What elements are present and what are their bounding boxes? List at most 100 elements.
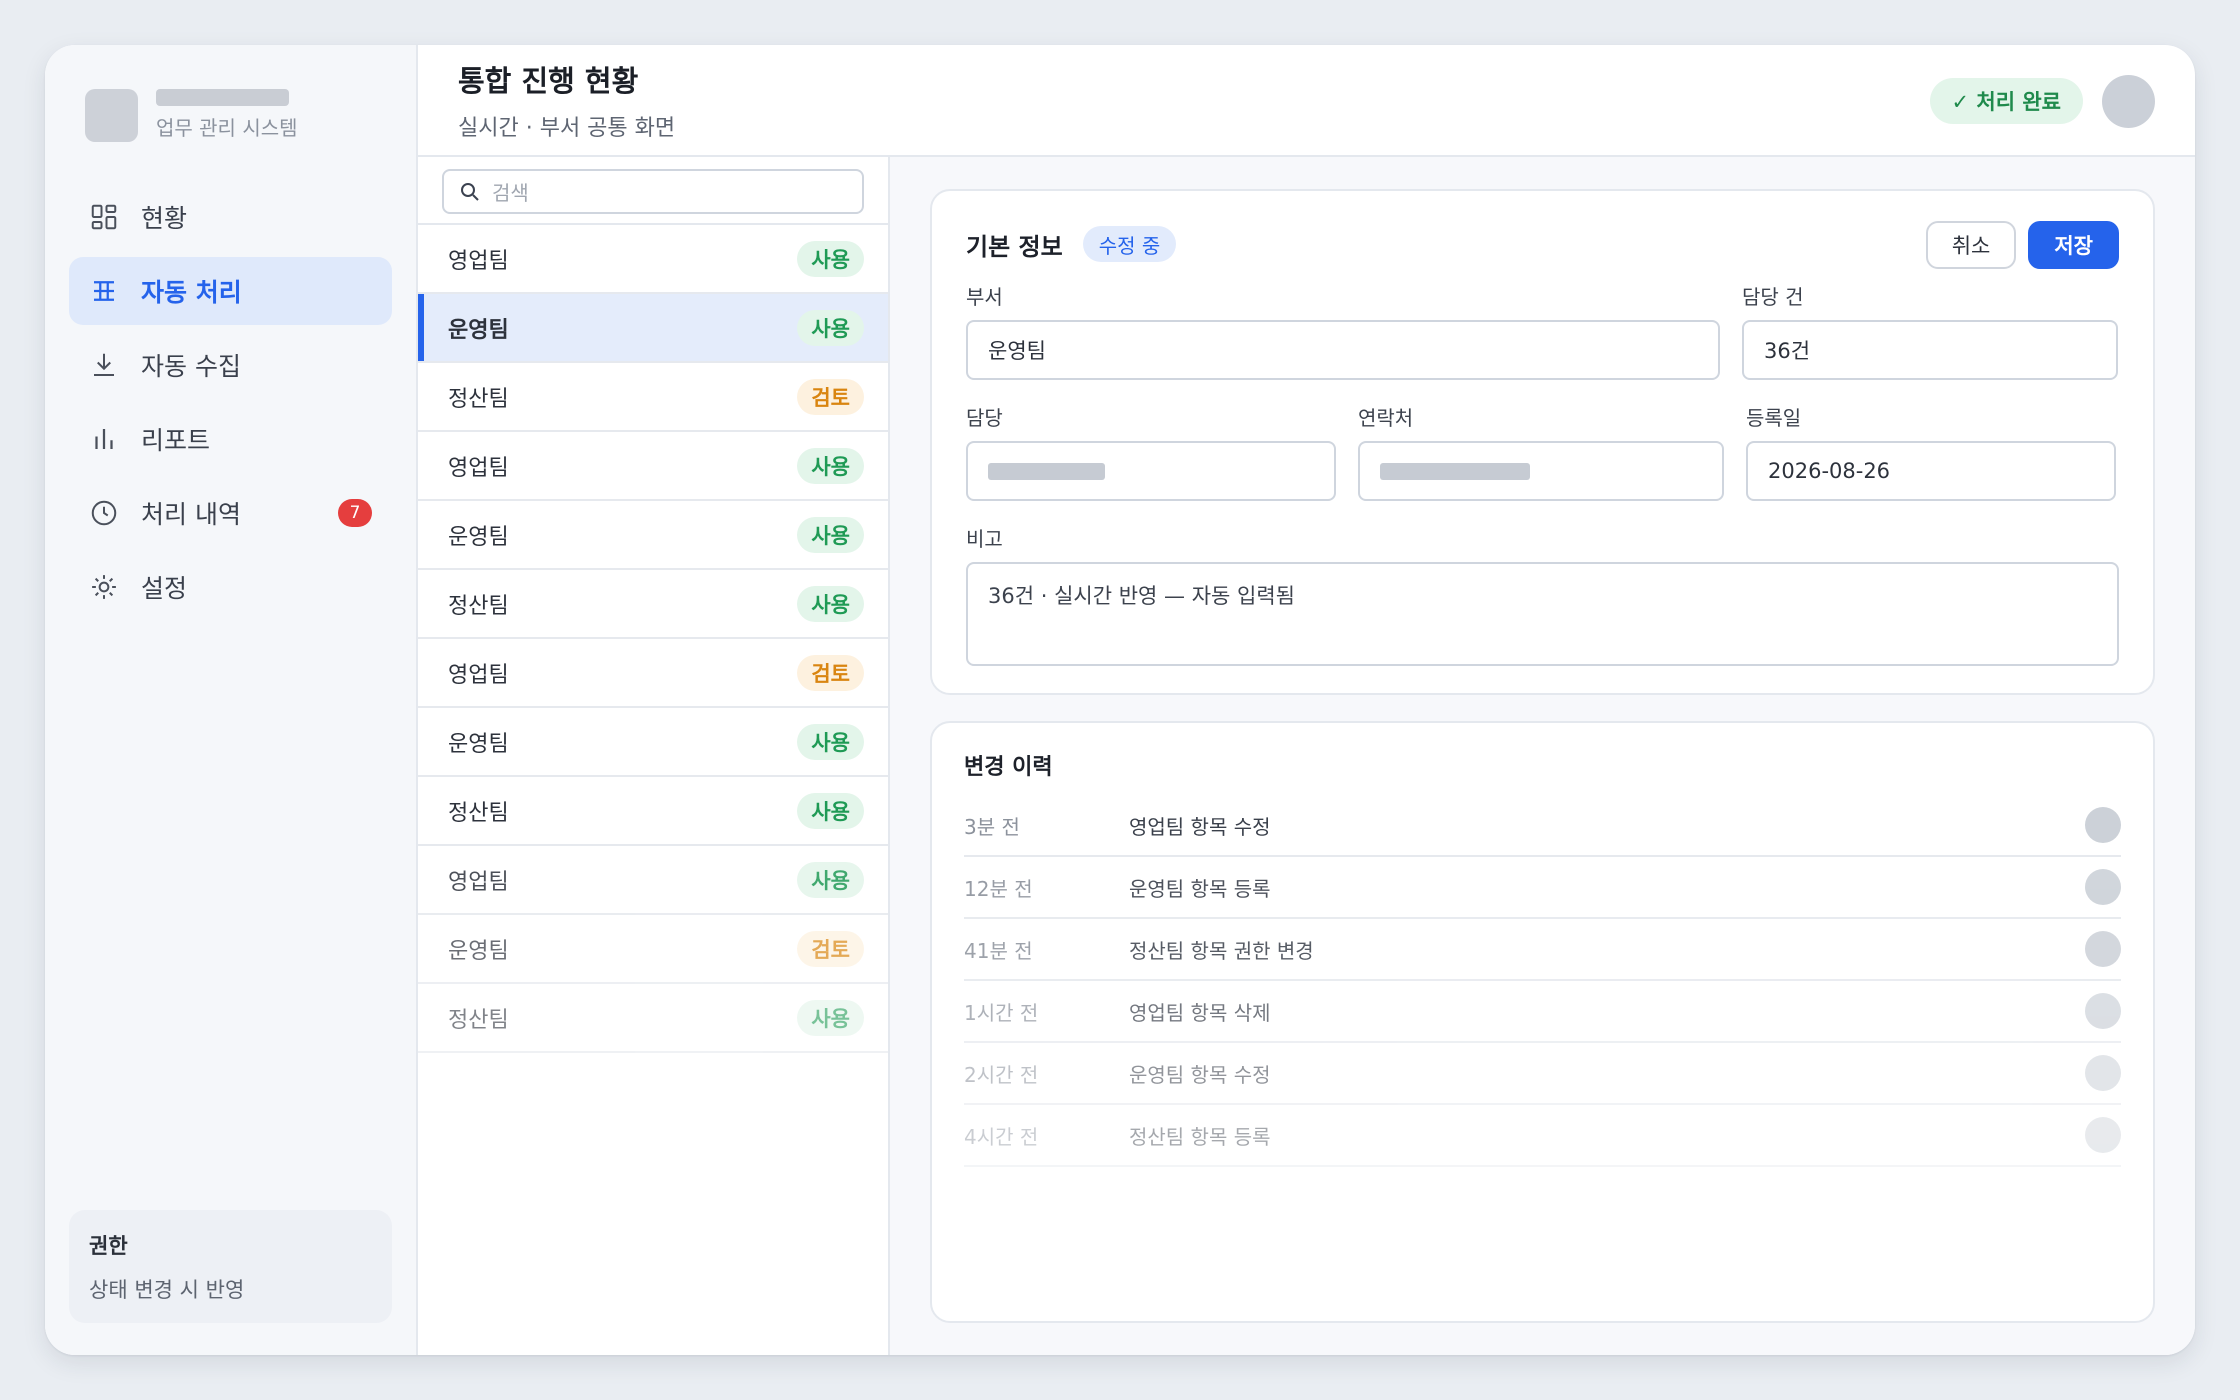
avatar	[2085, 869, 2121, 905]
status-tag: 사용	[797, 861, 864, 898]
list-item-name: 운영팀	[448, 317, 509, 343]
history-text: 정산팀 항목 등록	[1129, 1124, 1271, 1149]
page-title: 통합 진행 현황	[458, 64, 639, 98]
list-item[interactable]: 운영팀 사용	[418, 501, 888, 570]
avatar	[2085, 1055, 2121, 1091]
main-area: 통합 진행 현황 실시간 · 부서 공통 화면 ✓ 처리 완료 검색 영업팀 사용…	[418, 45, 2195, 1355]
list-item[interactable]: 영업팀 검토	[418, 639, 888, 708]
contact-label: 연락처	[1358, 406, 1414, 430]
table-icon	[94, 281, 114, 301]
list-item[interactable]: 정산팀 검토	[418, 363, 888, 432]
list-item-name: 영업팀	[448, 455, 509, 481]
sidebar-item-auto-collect[interactable]: 자동 수집	[69, 331, 392, 399]
history-text: 정산팀 항목 권한 변경	[1129, 938, 1314, 963]
sidebar-item-settings[interactable]: 설정	[69, 553, 392, 621]
avatar	[2085, 993, 2121, 1029]
history-time: 12분 전	[964, 876, 1033, 901]
card-title: 기본 정보	[966, 232, 1063, 261]
date-label: 등록일	[1746, 406, 1802, 430]
history-row: 3분 전 영업팀 항목 수정	[964, 795, 2121, 857]
status-tag: 사용	[797, 240, 864, 277]
sidebar-item-history[interactable]: 처리 내역 7	[69, 479, 392, 547]
sidebar-item-label: 자동 수집	[141, 352, 241, 381]
count-field[interactable]: 36건	[1742, 320, 2118, 380]
list-item-name: 운영팀	[448, 524, 509, 550]
sidebar-item-report[interactable]: 리포트	[69, 405, 392, 473]
sidebar-item-label: 현황	[141, 204, 188, 233]
app-window: 업무 관리 시스템 현황 자동 처리 자동 수집 리포트 처리 내역 7 설정 …	[45, 45, 2195, 1355]
history-card: 변경 이력 3분 전 영업팀 항목 수정 12분 전 운영팀 항목 등록 41분 전 정산…	[930, 721, 2155, 1323]
brand-logo	[85, 88, 138, 142]
brand: 업무 관리 시스템	[69, 85, 392, 145]
list-item[interactable]: 정산팀 사용	[418, 984, 888, 1053]
page-subtitle: 실시간 · 부서 공통 화면	[458, 116, 676, 141]
list-item-name: 영업팀	[448, 248, 509, 274]
count-label: 담당 건	[1742, 285, 1804, 309]
list-panel: 검색 영업팀 사용 운영팀 사용 정산팀 검토 영업팀 사용 운영팀 사용 정산팀 사용 영업팀 검토 운영…	[418, 157, 890, 1355]
status-tag: 사용	[797, 447, 864, 484]
avatar	[2085, 931, 2121, 967]
history-text: 운영팀 항목 수정	[1129, 1062, 1271, 1087]
avatar	[2085, 807, 2121, 843]
list-item-name: 운영팀	[448, 938, 509, 964]
history-text: 영업팀 항목 삭제	[1129, 1000, 1271, 1025]
history-row: 12분 전 운영팀 항목 등록	[964, 857, 2121, 919]
list-item[interactable]: 정산팀 사용	[418, 777, 888, 846]
list-item[interactable]: 정산팀 사용	[418, 570, 888, 639]
list-item[interactable]: 영업팀 사용	[418, 432, 888, 501]
status-badge: ✓ 처리 완료	[1929, 78, 2083, 124]
history-time: 4시간 전	[964, 1124, 1039, 1149]
download-icon	[94, 353, 114, 376]
status-tag: 사용	[797, 516, 864, 553]
contact-field[interactable]	[1358, 441, 1724, 501]
department-field[interactable]: 운영팀	[966, 320, 1720, 380]
sidebar-item-auto-process[interactable]: 자동 처리	[69, 257, 392, 325]
history-row: 4시간 전 정산팀 항목 등록	[964, 1105, 2121, 1167]
edit-status-badge: 수정 중	[1082, 226, 1177, 262]
history-time: 2시간 전	[964, 1062, 1039, 1087]
list-item[interactable]: 운영팀 사용	[418, 294, 888, 363]
history-time: 1시간 전	[964, 1000, 1039, 1025]
permission-title: 권한	[89, 1234, 128, 1258]
brand-name-placeholder	[156, 89, 289, 106]
note-textarea[interactable]: 36건 · 실시간 반영 — 자동 입력됨	[966, 562, 2119, 666]
date-field[interactable]: 2026-08-26	[1746, 441, 2116, 501]
list-item-name: 정산팀	[448, 1007, 509, 1033]
list-item-name: 운영팀	[448, 731, 509, 757]
status-tag: 사용	[797, 999, 864, 1036]
owner-label: 담당	[966, 406, 1003, 430]
list-item[interactable]: 운영팀 사용	[418, 708, 888, 777]
clock-icon	[91, 500, 117, 526]
owner-field[interactable]	[966, 441, 1336, 501]
sidebar-item-dashboard[interactable]: 현황	[69, 183, 392, 251]
status-tag: 사용	[797, 585, 864, 622]
list-item[interactable]: 영업팀 사용	[418, 225, 888, 294]
cancel-button[interactable]: 취소	[1925, 221, 2017, 269]
redacted-placeholder	[1380, 462, 1530, 480]
sidebar-nav: 현황 자동 처리 자동 수집 리포트 처리 내역 7 설정	[69, 183, 392, 621]
sidebar-item-label: 자동 처리	[141, 278, 242, 307]
search-input[interactable]: 검색	[442, 169, 864, 214]
avatar[interactable]	[2102, 75, 2155, 128]
search-placeholder: 검색	[492, 181, 529, 205]
redacted-placeholder	[988, 462, 1105, 480]
sidebar-item-label: 처리 내역	[141, 500, 241, 529]
topbar: 통합 진행 현황 실시간 · 부서 공통 화면 ✓ 처리 완료	[418, 45, 2195, 157]
history-row: 2시간 전 운영팀 항목 수정	[964, 1043, 2121, 1105]
save-button[interactable]: 저장	[2028, 221, 2119, 269]
history-time: 3분 전	[964, 814, 1020, 839]
list-item[interactable]: 운영팀 검토	[418, 915, 888, 984]
avatar	[2085, 1117, 2121, 1153]
team-list: 영업팀 사용 운영팀 사용 정산팀 검토 영업팀 사용 운영팀 사용 정산팀 사용 영업팀 검토 운영팀 사용…	[418, 225, 888, 1053]
brand-subtitle: 업무 관리 시스템	[156, 116, 298, 140]
status-tag: 검토	[797, 654, 864, 691]
list-item-name: 정산팀	[448, 800, 509, 826]
status-tag: 검토	[797, 378, 864, 415]
list-item[interactable]: 영업팀 사용	[418, 846, 888, 915]
permission-box: 권한 상태 변경 시 반영	[69, 1210, 392, 1323]
bar-chart-icon	[95, 429, 113, 449]
note-label: 비고	[966, 527, 1003, 551]
sidebar: 업무 관리 시스템 현황 자동 처리 자동 수집 리포트 처리 내역 7 설정 …	[45, 45, 418, 1355]
history-text: 운영팀 항목 등록	[1129, 876, 1271, 901]
sidebar-item-label: 설정	[141, 574, 188, 603]
